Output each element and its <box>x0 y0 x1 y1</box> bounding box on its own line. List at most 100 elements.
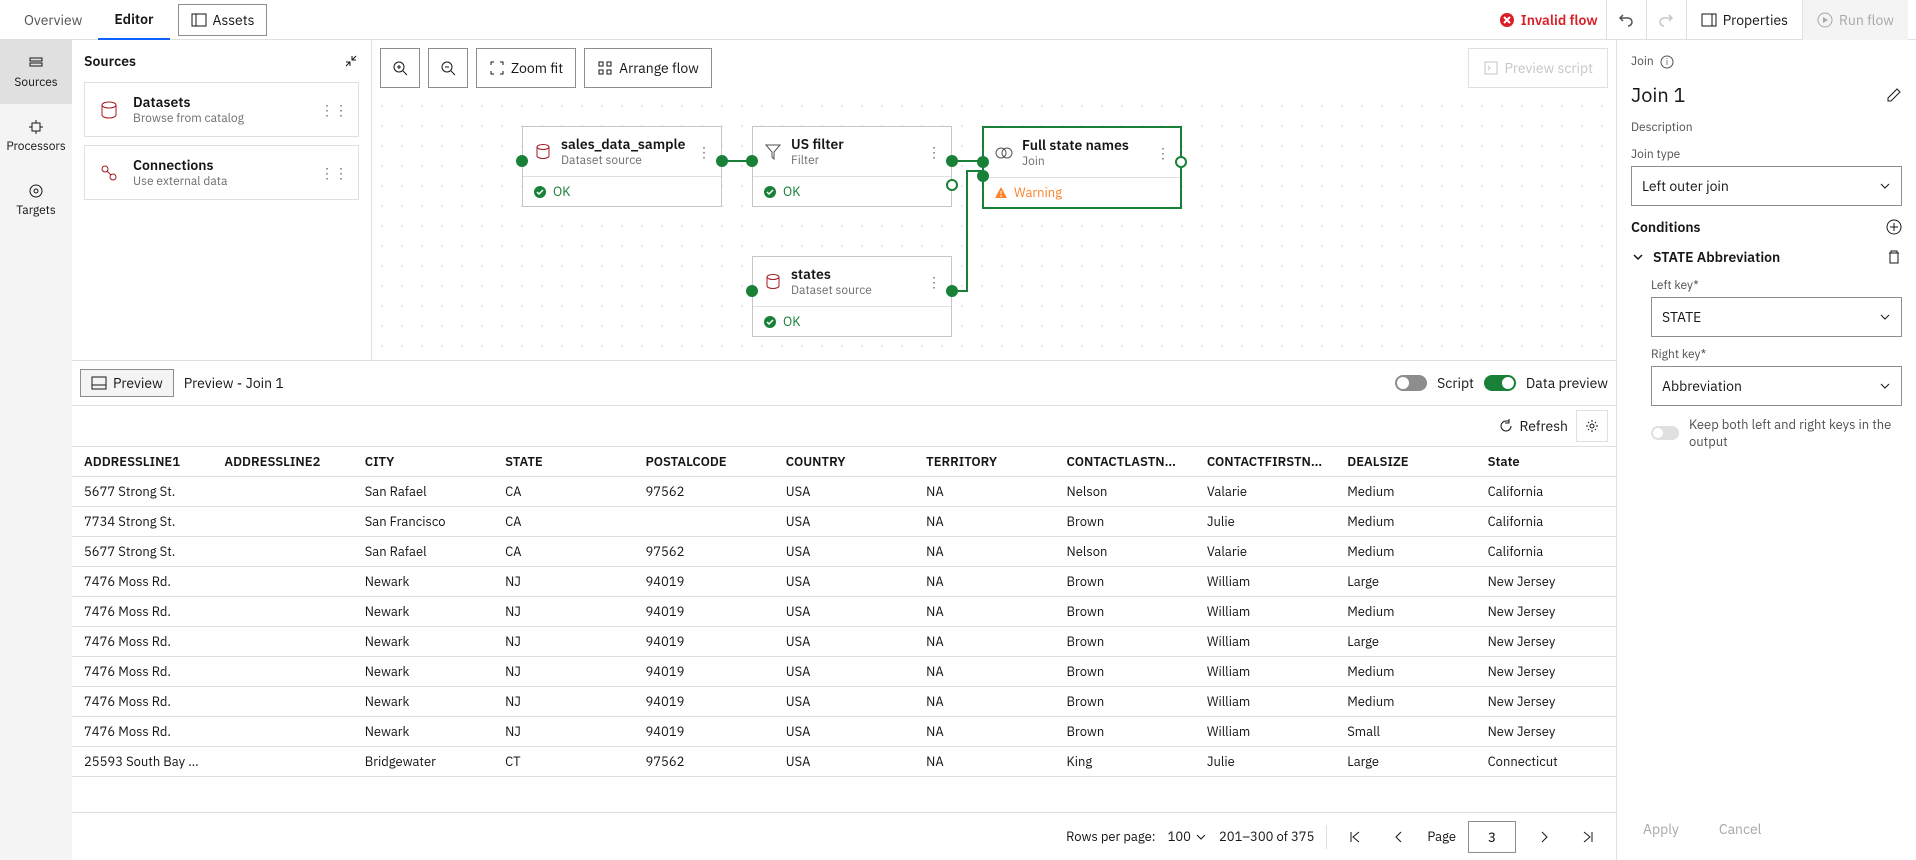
collapse-icon[interactable] <box>343 53 359 69</box>
zoom-in-button[interactable] <box>380 48 420 88</box>
arrange-icon <box>597 60 613 76</box>
column-header[interactable]: TERRITORY <box>914 447 1054 477</box>
keep-both-toggle[interactable] <box>1651 426 1679 440</box>
table-cell <box>212 687 352 717</box>
rail-sources[interactable]: Sources <box>0 40 72 104</box>
port-out-2[interactable] <box>946 179 958 191</box>
table-row[interactable]: 25593 South Bay Ln.BridgewaterCT97562USA… <box>72 747 1616 777</box>
table-cell: Medium <box>1335 687 1475 717</box>
last-page-button[interactable] <box>1572 821 1604 853</box>
processors-icon <box>28 119 44 135</box>
next-page-button[interactable] <box>1528 821 1560 853</box>
table-row[interactable]: 7476 Moss Rd.NewarkNJ94019USANABrownWill… <box>72 597 1616 627</box>
table-row[interactable]: 5677 Strong St.San RafaelCA97562USANANel… <box>72 477 1616 507</box>
table-cell <box>212 567 352 597</box>
info-icon[interactable]: i <box>1660 55 1674 69</box>
column-header[interactable]: CONTACTLASTNAME <box>1055 447 1195 477</box>
flow-node-n3[interactable]: Full state namesJoin⋮Warning <box>982 126 1182 209</box>
column-header[interactable]: COUNTRY <box>774 447 914 477</box>
prev-page-button[interactable] <box>1383 821 1415 853</box>
page-input[interactable] <box>1468 821 1516 853</box>
table-cell <box>212 747 352 777</box>
right-key-select[interactable]: Abbreviation <box>1651 366 1902 406</box>
port-in[interactable] <box>516 155 528 167</box>
run-flow-label: Run flow <box>1839 11 1894 29</box>
table-cell: Newark <box>353 597 493 627</box>
table-row[interactable]: 5677 Strong St.San RafaelCA97562USANANel… <box>72 537 1616 567</box>
table-cell <box>212 507 352 537</box>
port-in-2[interactable] <box>977 170 989 182</box>
undo-button[interactable] <box>1606 0 1646 40</box>
rail-targets[interactable]: Targets <box>0 168 72 232</box>
chevron-down-icon[interactable] <box>1631 250 1645 264</box>
node-menu-button[interactable]: ⋮ <box>927 143 941 161</box>
node-status: OK <box>783 183 800 200</box>
port-out[interactable] <box>716 155 728 167</box>
table-row[interactable]: 7734 Strong St.San FranciscoCAUSANABrown… <box>72 507 1616 537</box>
arrange-flow-button[interactable]: Arrange flow <box>584 48 712 88</box>
port-in[interactable] <box>977 156 989 168</box>
properties-button[interactable]: Properties <box>1686 0 1803 40</box>
flow-node-n4[interactable]: statesDataset source⋮OK <box>752 256 952 337</box>
column-header[interactable]: STATE <box>493 447 633 477</box>
tab-overview[interactable]: Overview <box>8 0 98 40</box>
column-header[interactable]: ADDRESSLINE1 <box>72 447 212 477</box>
drag-handle-icon[interactable]: ⋮⋮ <box>320 101 348 119</box>
tab-editor[interactable]: Editor <box>98 0 169 40</box>
table-cell: NA <box>914 627 1054 657</box>
table-cell: 97562 <box>633 477 773 507</box>
redo-button[interactable] <box>1646 0 1686 40</box>
drag-handle-icon[interactable]: ⋮⋮ <box>320 164 348 182</box>
table-cell: 94019 <box>633 657 773 687</box>
rows-per-page-value: 100 <box>1168 828 1191 845</box>
table-row[interactable]: 7476 Moss Rd.NewarkNJ94019USANABrownWill… <box>72 657 1616 687</box>
script-toggle[interactable] <box>1395 375 1427 391</box>
table-row[interactable]: 7476 Moss Rd.NewarkNJ94019USANABrownWill… <box>72 627 1616 657</box>
column-header[interactable]: DEALSIZE <box>1335 447 1475 477</box>
delete-condition-button[interactable] <box>1886 249 1902 265</box>
first-page-button[interactable] <box>1339 821 1371 853</box>
table-row[interactable]: 7476 Moss Rd.NewarkNJ94019USANABrownWill… <box>72 687 1616 717</box>
column-header[interactable]: State <box>1476 447 1616 477</box>
node-menu-button[interactable]: ⋮ <box>927 273 941 291</box>
data-preview-toggle[interactable] <box>1484 375 1516 391</box>
port-out[interactable] <box>1175 156 1187 168</box>
left-key-select[interactable]: STATE <box>1651 297 1902 337</box>
node-menu-button[interactable]: ⋮ <box>1156 144 1170 162</box>
node-menu-button[interactable]: ⋮ <box>697 143 711 161</box>
table-row[interactable]: 7476 Moss Rd.NewarkNJ94019USANABrownWill… <box>72 717 1616 747</box>
flow-node-n1[interactable]: sales_data_sampleDataset source⋮OK <box>522 126 722 207</box>
gear-icon <box>1584 418 1600 434</box>
rows-per-page-select[interactable]: 100 <box>1168 828 1207 845</box>
connections-card[interactable]: Connections Use external data ⋮⋮ <box>84 145 359 200</box>
add-condition-button[interactable] <box>1886 219 1902 235</box>
edit-icon[interactable] <box>1886 87 1902 103</box>
table-cell: New Jersey <box>1476 597 1616 627</box>
flow-node-n2[interactable]: US filterFilter⋮OK <box>752 126 952 207</box>
port-in[interactable] <box>746 155 758 167</box>
port-in[interactable] <box>746 285 758 297</box>
datasets-card[interactable]: Datasets Browse from catalog ⋮⋮ <box>84 82 359 137</box>
rail-processors[interactable]: Processors <box>0 104 72 168</box>
table-cell: USA <box>774 747 914 777</box>
canvas[interactable]: Zoom fit Arrange flow Preview script <box>372 40 1616 360</box>
table-row[interactable]: 7476 Moss Rd.NewarkNJ94019USANABrownWill… <box>72 567 1616 597</box>
port-out[interactable] <box>946 285 958 297</box>
table-settings-button[interactable] <box>1576 410 1608 442</box>
preview-toggle-button[interactable]: Preview <box>80 369 174 397</box>
zoom-fit-button[interactable]: Zoom fit <box>476 48 576 88</box>
column-header[interactable]: CONTACTFIRSTNAME <box>1195 447 1335 477</box>
assets-button[interactable]: Assets <box>178 4 268 36</box>
zoom-out-button[interactable] <box>428 48 468 88</box>
port-out[interactable] <box>946 155 958 167</box>
column-header[interactable]: ADDRESSLINE2 <box>212 447 352 477</box>
node-type-icon <box>763 272 783 292</box>
refresh-button[interactable]: Refresh <box>1498 417 1569 435</box>
table-cell: Brown <box>1055 507 1195 537</box>
data-table[interactable]: ADDRESSLINE1ADDRESSLINE2CITYSTATEPOSTALC… <box>72 446 1616 812</box>
description-label: Description <box>1631 120 1902 135</box>
column-header[interactable]: POSTALCODE <box>633 447 773 477</box>
join-type-select[interactable]: Left outer join <box>1631 166 1902 206</box>
column-header[interactable]: CITY <box>353 447 493 477</box>
table-cell: NA <box>914 687 1054 717</box>
